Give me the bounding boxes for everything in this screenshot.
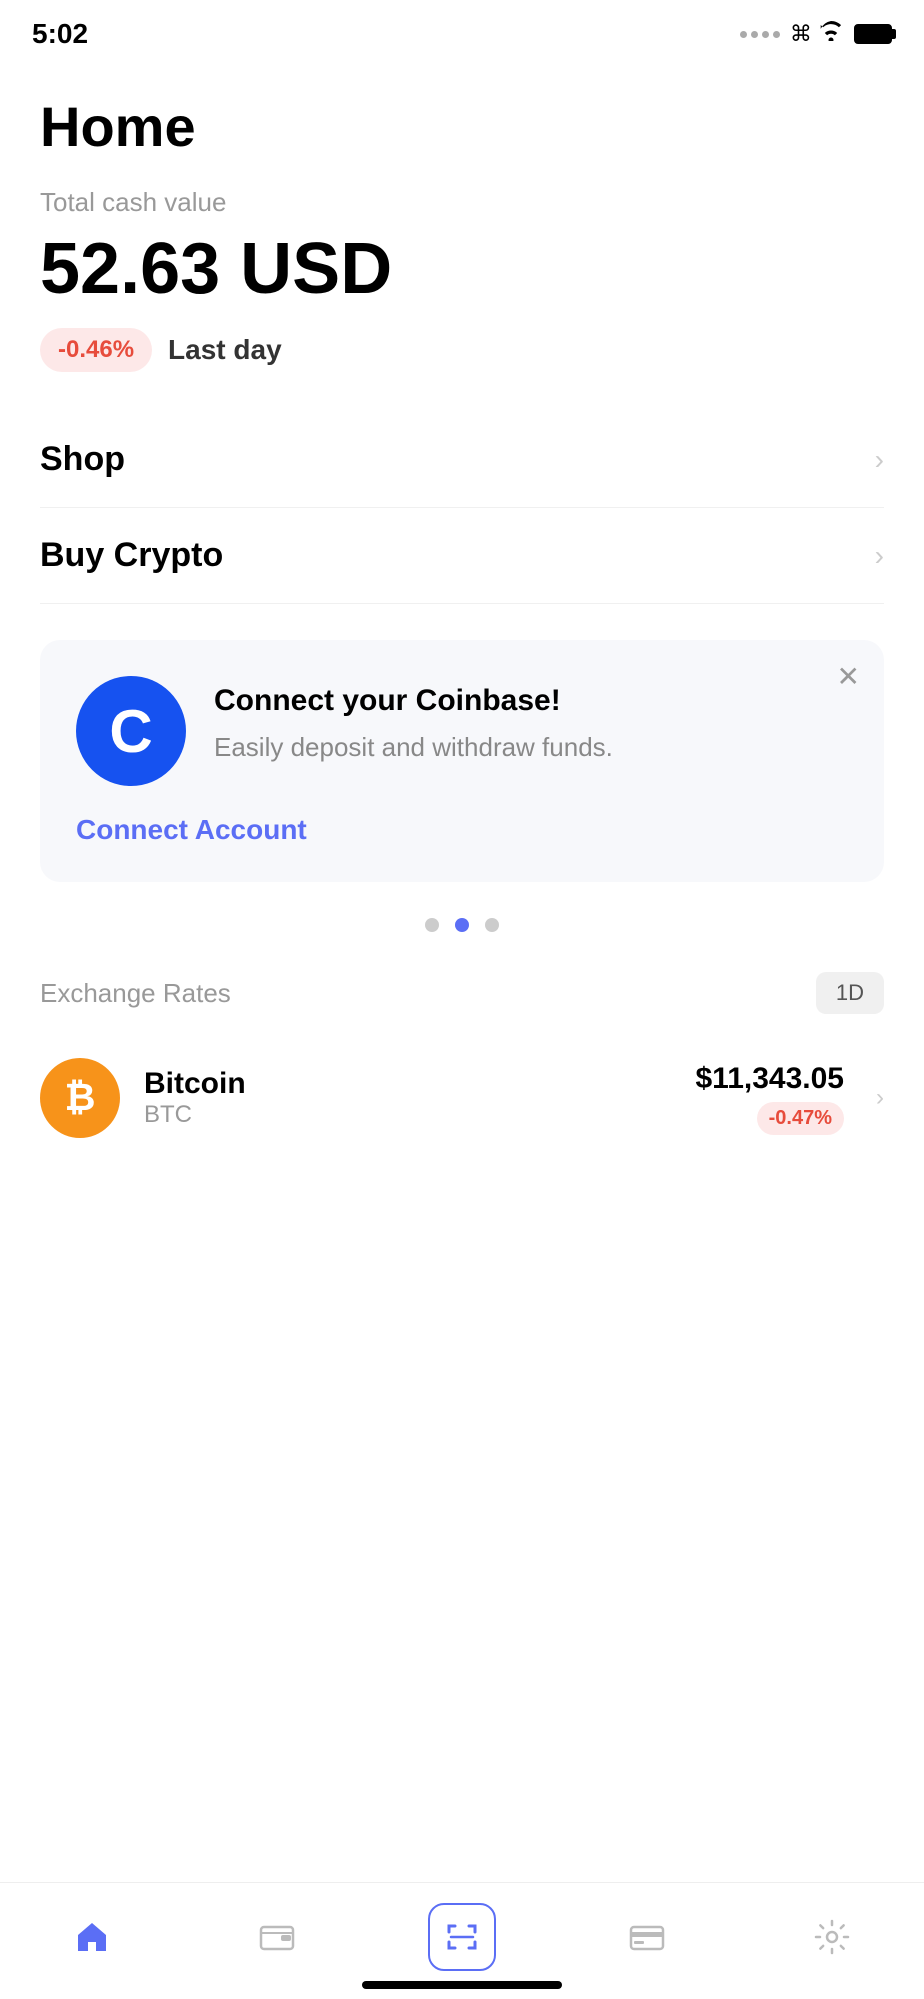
bitcoin-icon: ₿ <box>40 1058 120 1138</box>
battery-icon <box>854 24 892 44</box>
coinbase-card: ✕ C Connect your Coinbase! Easily deposi… <box>40 640 884 882</box>
total-cash-value: 52.63 USD <box>40 228 884 310</box>
shop-chevron-icon: › <box>875 444 884 476</box>
nav-item-wallet[interactable] <box>185 1917 370 1957</box>
change-period: Last day <box>168 334 282 366</box>
nav-item-scan[interactable] <box>370 1903 555 1971</box>
bitcoin-name: Bitcoin <box>144 1067 672 1101</box>
main-content: Home Total cash value 52.63 USD -0.46% L… <box>0 54 924 1318</box>
bitcoin-price: $11,343.05 <box>696 1062 845 1096</box>
coinbase-logo: C <box>76 676 186 786</box>
change-row: -0.46% Last day <box>40 328 884 372</box>
scan-button[interactable] <box>428 1903 496 1971</box>
status-icons: ⌘ <box>740 21 892 47</box>
total-cash-label: Total cash value <box>40 187 884 218</box>
period-badge: 1D <box>816 972 884 1014</box>
close-icon[interactable]: ✕ <box>837 660 860 693</box>
buy-crypto-menu-item[interactable]: Buy Crypto › <box>40 508 884 604</box>
nav-item-settings[interactable] <box>739 1917 924 1957</box>
wifi-icon: ⌘ <box>790 21 844 47</box>
signal-icon <box>740 31 780 38</box>
coinbase-card-description: Easily deposit and withdraw funds. <box>214 728 848 767</box>
scan-icon <box>443 1918 481 1956</box>
status-bar: 5:02 ⌘ <box>0 0 924 54</box>
bitcoin-change-badge: -0.47% <box>757 1102 844 1135</box>
shop-label: Shop <box>40 440 125 479</box>
card-content: C Connect your Coinbase! Easily deposit … <box>76 676 848 786</box>
coinbase-card-title: Connect your Coinbase! <box>214 684 848 718</box>
connect-account-button[interactable]: Connect Account <box>76 814 848 846</box>
card-text-block: Connect your Coinbase! Easily deposit an… <box>214 676 848 767</box>
dot-3 <box>485 918 499 932</box>
coinbase-logo-letter: C <box>109 697 152 766</box>
card-icon <box>627 1917 667 1957</box>
bitcoin-info: Bitcoin BTC <box>144 1067 672 1129</box>
dots-indicator <box>40 918 884 932</box>
settings-icon <box>812 1917 852 1957</box>
wallet-icon <box>257 1917 297 1957</box>
buy-crypto-chevron-icon: › <box>875 540 884 572</box>
nav-item-home[interactable] <box>0 1917 185 1957</box>
bitcoin-price-block: $11,343.05 -0.47% <box>696 1062 845 1135</box>
nav-item-card[interactable] <box>554 1917 739 1957</box>
bitcoin-row[interactable]: ₿ Bitcoin BTC $11,343.05 -0.47% › <box>40 1038 884 1158</box>
shop-menu-item[interactable]: Shop › <box>40 412 884 508</box>
home-icon <box>72 1917 112 1957</box>
exchange-rates-header: Exchange Rates 1D <box>40 972 884 1014</box>
exchange-rates-label: Exchange Rates <box>40 978 231 1009</box>
exchange-rates-section: Exchange Rates 1D ₿ Bitcoin BTC $11,343.… <box>40 972 884 1158</box>
home-indicator <box>362 1981 562 1989</box>
bitcoin-ticker: BTC <box>144 1101 672 1129</box>
bitcoin-chevron-icon: › <box>876 1084 884 1112</box>
status-time: 5:02 <box>32 18 88 50</box>
portfolio-section: Total cash value 52.63 USD -0.46% Last d… <box>40 187 884 372</box>
btc-symbol: ₿ <box>65 1077 96 1120</box>
page-title: Home <box>40 94 884 159</box>
buy-crypto-label: Buy Crypto <box>40 536 223 575</box>
dot-2 <box>455 918 469 932</box>
dot-1 <box>425 918 439 932</box>
change-badge: -0.46% <box>40 328 152 372</box>
